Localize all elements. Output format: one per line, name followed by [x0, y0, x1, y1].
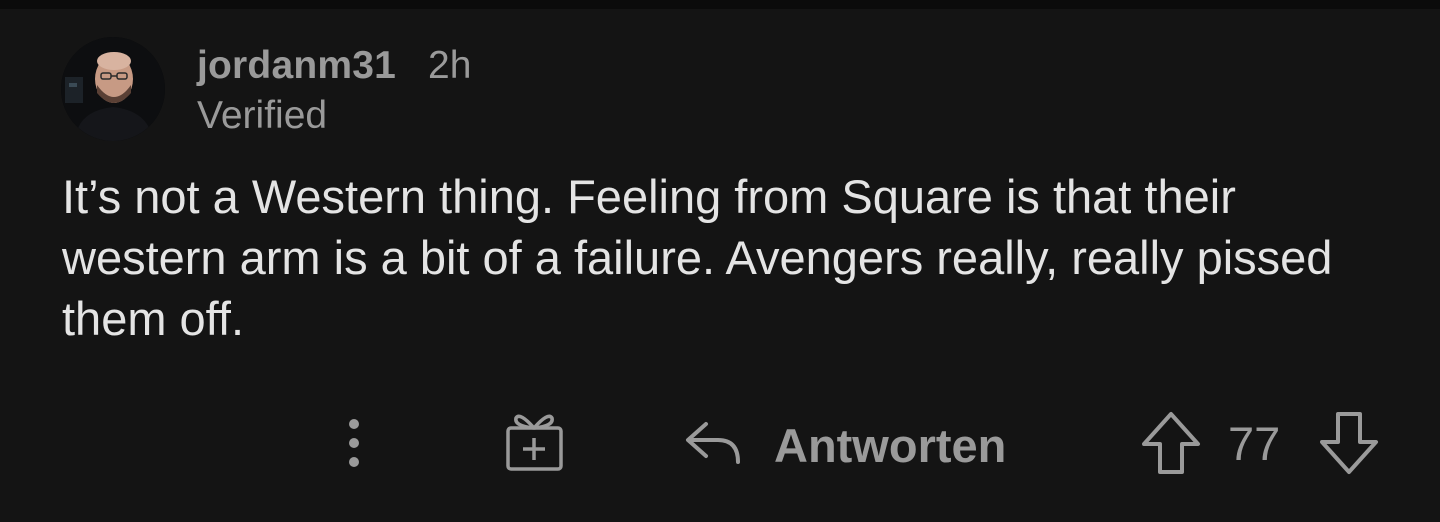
- avatar-image: [61, 37, 165, 141]
- vote-count: 77: [1228, 417, 1281, 470]
- upvote-button[interactable]: [1140, 410, 1202, 476]
- downvote-button[interactable]: [1318, 410, 1380, 476]
- user-flair: Verified: [197, 94, 328, 137]
- award-button[interactable]: [500, 408, 566, 474]
- gift-icon: [506, 414, 563, 471]
- reply-arrow-icon: [686, 422, 740, 464]
- timestamp: 2h: [428, 44, 472, 87]
- avatar[interactable]: [61, 37, 165, 141]
- arrow-down-icon: [1320, 412, 1378, 474]
- vertical-dots-icon: [349, 419, 359, 467]
- comment-body: It’s not a Western thing. Feeling from S…: [62, 170, 1333, 345]
- reply-button[interactable]: Antworten: [684, 412, 1024, 472]
- arrow-up-icon: [1142, 412, 1200, 474]
- top-divider: [0, 0, 1440, 9]
- more-options-button[interactable]: [334, 410, 374, 470]
- reply-label: Antworten: [774, 419, 1007, 472]
- username[interactable]: jordanm31: [197, 44, 396, 88]
